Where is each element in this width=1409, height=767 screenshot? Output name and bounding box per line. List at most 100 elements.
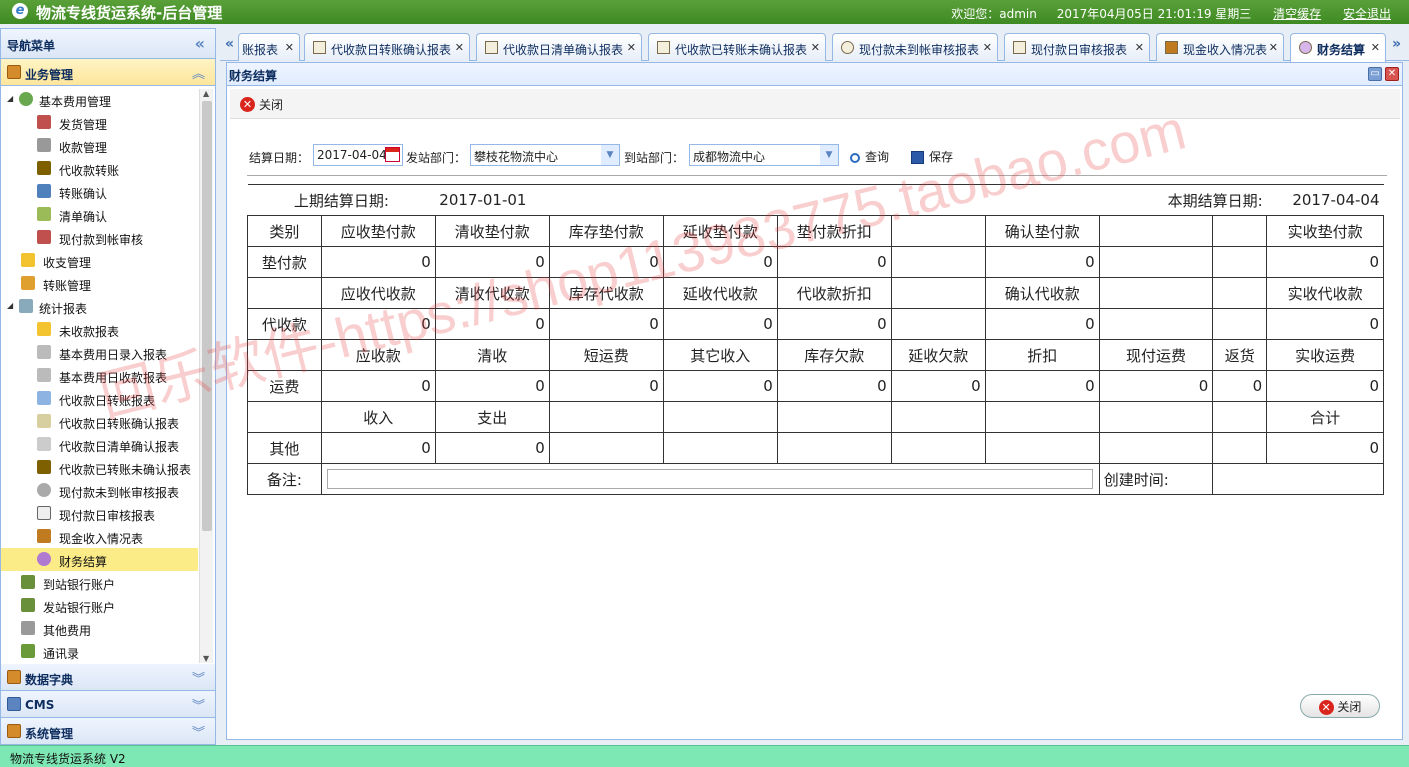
value-cell: 0 [548, 308, 664, 340]
settle-date-field[interactable]: 2017-04-04 [313, 144, 403, 166]
menu-item-cod-transfer[interactable]: 代收款转账 [1, 157, 198, 180]
menu-item-settlement[interactable]: 财务结算 [1, 548, 198, 571]
close-icon[interactable]: ✕ [627, 41, 636, 54]
menu-item-transfer-mgmt[interactable]: 转账管理 [1, 272, 198, 295]
section-system[interactable]: 系统管理 ︾ [1, 718, 215, 745]
from-dept-select[interactable]: 攀枝花物流中心 ▼ [470, 144, 620, 166]
menu-label: 清单确认 [59, 210, 108, 224]
menu-item-cod-transfer-confirm-report[interactable]: 代收款日转账确认报表 [1, 410, 198, 433]
value-cell: 0 [1212, 370, 1268, 402]
chevron-down-icon[interactable]: ▼ [601, 145, 619, 165]
menu-item-shipping[interactable]: 发货管理 [1, 111, 198, 134]
expand-icon[interactable]: ◢ [7, 301, 13, 310]
chevron-down-icon[interactable]: ▼ [820, 145, 838, 165]
menu-item-daily-collect-report[interactable]: 基本费用日收款报表 [1, 364, 198, 387]
close-window-icon[interactable]: ✕ [1385, 67, 1399, 81]
logout-link[interactable]: 安全退出 [1343, 7, 1391, 21]
tab-bar: « 账报表 ✕ 代收款日转账确认报表 ✕ 代收款日清单确认报表 ✕ 代收款已转账未确认… [220, 30, 1409, 62]
scroll-up-icon[interactable]: ▲ [203, 89, 209, 98]
close-button[interactable]: ✕ 关闭 [240, 96, 283, 114]
chevron-down-icon[interactable]: ︾ [192, 695, 205, 714]
value-cell: 0 [1266, 246, 1384, 278]
tab-cash-unarrived[interactable]: 现付款未到帐审核报表 ✕ [832, 33, 998, 61]
menu-item-cod-daily-transfer[interactable]: 代收款日转账报表 [1, 387, 198, 410]
menu-item-cod-unconfirmed-report[interactable]: 代收款已转账未确认报表 [1, 456, 198, 479]
tab-partial-report[interactable]: 账报表 ✕ [238, 33, 300, 61]
columns-icon [37, 368, 51, 382]
menu-item-basic-fee[interactable]: ◢ 基本费用管理 [1, 88, 198, 111]
section-cms-label: CMS [25, 698, 55, 712]
tab-label: 现付款未到帐审核报表 [859, 43, 980, 57]
status-bar: 物流专线货运系统 V2 [0, 745, 1409, 767]
tab-cash-daily-audit[interactable]: 现付款日审核报表 ✕ [1004, 33, 1150, 61]
value-cell: 0 [320, 432, 436, 464]
chevron-down-icon[interactable]: ︾ [192, 668, 205, 687]
table-row: 应收款 清收 短运费 其它收入 库存欠款 延收欠款 折扣 现付运费 返货 实收运… [247, 339, 1384, 371]
menu-label: 通讯录 [43, 647, 80, 661]
value-cell: 0 [984, 246, 1100, 278]
calendar-icon[interactable] [385, 147, 400, 162]
save-button[interactable]: 保存 [911, 148, 953, 165]
menu-item-cash-income[interactable]: 现金收入情况表 [1, 525, 198, 548]
sidebar-scrollbar[interactable]: ▲ ▼ [199, 89, 213, 663]
section-dict[interactable]: 数据字典 ︾ [1, 664, 215, 691]
menu-label: 现金收入情况表 [59, 532, 144, 546]
database-icon [21, 621, 35, 635]
header-cell: 清收代收款 [434, 277, 550, 309]
menu-item-cash-audit[interactable]: 现付款到帐审核 [1, 226, 198, 249]
nav-header: 导航菜单 « [1, 29, 215, 59]
chevron-up-icon[interactable]: ︽ [192, 63, 205, 82]
menu-item-arrival-bank[interactable]: 到站银行账户 [1, 571, 198, 594]
tabs-scroll-left-icon[interactable]: « [225, 36, 234, 52]
close-icon[interactable]: ✕ [1269, 41, 1278, 54]
tab-settlement[interactable]: 财务结算 ✕ [1290, 33, 1386, 62]
value-cell: 0 [434, 246, 550, 278]
chevron-down-icon[interactable]: ︾ [192, 722, 205, 741]
menu-label: 其他费用 [43, 624, 92, 638]
scroll-down-icon[interactable]: ▼ [203, 654, 209, 663]
bottom-close-button[interactable]: ✕ 关闭 [1300, 694, 1380, 718]
menu-item-other-fees[interactable]: 其他费用 [1, 617, 198, 640]
section-business[interactable]: 业务管理 ︽ [1, 59, 215, 86]
collapse-sidebar-icon[interactable]: « [195, 34, 205, 53]
menu-item-daily-entry-report[interactable]: 基本费用日录入报表 [1, 341, 198, 364]
menu-item-transfer-confirm[interactable]: 转账确认 [1, 180, 198, 203]
save-icon [911, 151, 924, 164]
menu-item-cash-unarrived-report[interactable]: 现付款未到帐审核报表 [1, 479, 198, 502]
close-icon[interactable]: ✕ [983, 41, 992, 54]
to-dept-select[interactable]: 成都物流中心 ▼ [689, 144, 839, 166]
value-cell: 0 [548, 246, 664, 278]
menu-item-cod-list-confirm-report[interactable]: 代收款日清单确认报表 [1, 433, 198, 456]
header-cell: 应收代收款 [320, 277, 436, 309]
menu-item-cash-daily-audit-report[interactable]: 现付款日审核报表 [1, 502, 198, 525]
memo-input[interactable] [326, 469, 1093, 489]
tab-cod-unconfirmed[interactable]: 代收款已转账未确认报表 ✕ [648, 33, 826, 61]
expand-icon[interactable]: ◢ [7, 94, 13, 103]
menu-item-list-confirm[interactable]: 清单确认 [1, 203, 198, 226]
list-icon [37, 322, 51, 336]
menu-tree: ◢ 基本费用管理 发货管理 收款管理 代收款转账 转账确认 清单确认 现付款到帐审… [1, 86, 215, 666]
menu-item-reports[interactable]: ◢ 统计报表 [1, 295, 198, 318]
close-icon[interactable]: ✕ [811, 41, 820, 54]
scrollbar-thumb[interactable] [202, 101, 212, 531]
tab-cash-income[interactable]: 现金收入情况表 ✕ [1156, 33, 1284, 61]
close-icon[interactable]: ✕ [455, 41, 464, 54]
clear-cache-link[interactable]: 清空缓存 [1273, 7, 1321, 21]
tab-label: 账报表 [242, 43, 279, 57]
close-icon[interactable]: ✕ [1371, 41, 1380, 54]
menu-item-collection[interactable]: 收款管理 [1, 134, 198, 157]
menu-item-contacts[interactable]: 通讯录 [1, 640, 198, 663]
close-icon[interactable]: ✕ [285, 41, 294, 54]
menu-item-income-expense[interactable]: 收支管理 [1, 249, 198, 272]
restore-window-icon[interactable]: ▭ [1368, 67, 1382, 81]
tab-cod-daily-list-confirm[interactable]: 代收款日清单确认报表 ✕ [476, 33, 642, 61]
menu-item-departure-bank[interactable]: 发站银行账户 [1, 594, 198, 617]
section-cms[interactable]: CMS ︾ [1, 691, 215, 718]
menu-label: 到站银行账户 [43, 578, 116, 592]
menu-item-unpaid-report[interactable]: 未收款报表 [1, 318, 198, 341]
nav-title: 导航菜单 [7, 39, 56, 53]
close-icon[interactable]: ✕ [1135, 41, 1144, 54]
tabs-scroll-right-icon[interactable]: » [1392, 36, 1401, 52]
tab-cod-daily-transfer-confirm[interactable]: 代收款日转账确认报表 ✕ [304, 33, 470, 61]
query-button[interactable]: 查询 [850, 148, 889, 165]
